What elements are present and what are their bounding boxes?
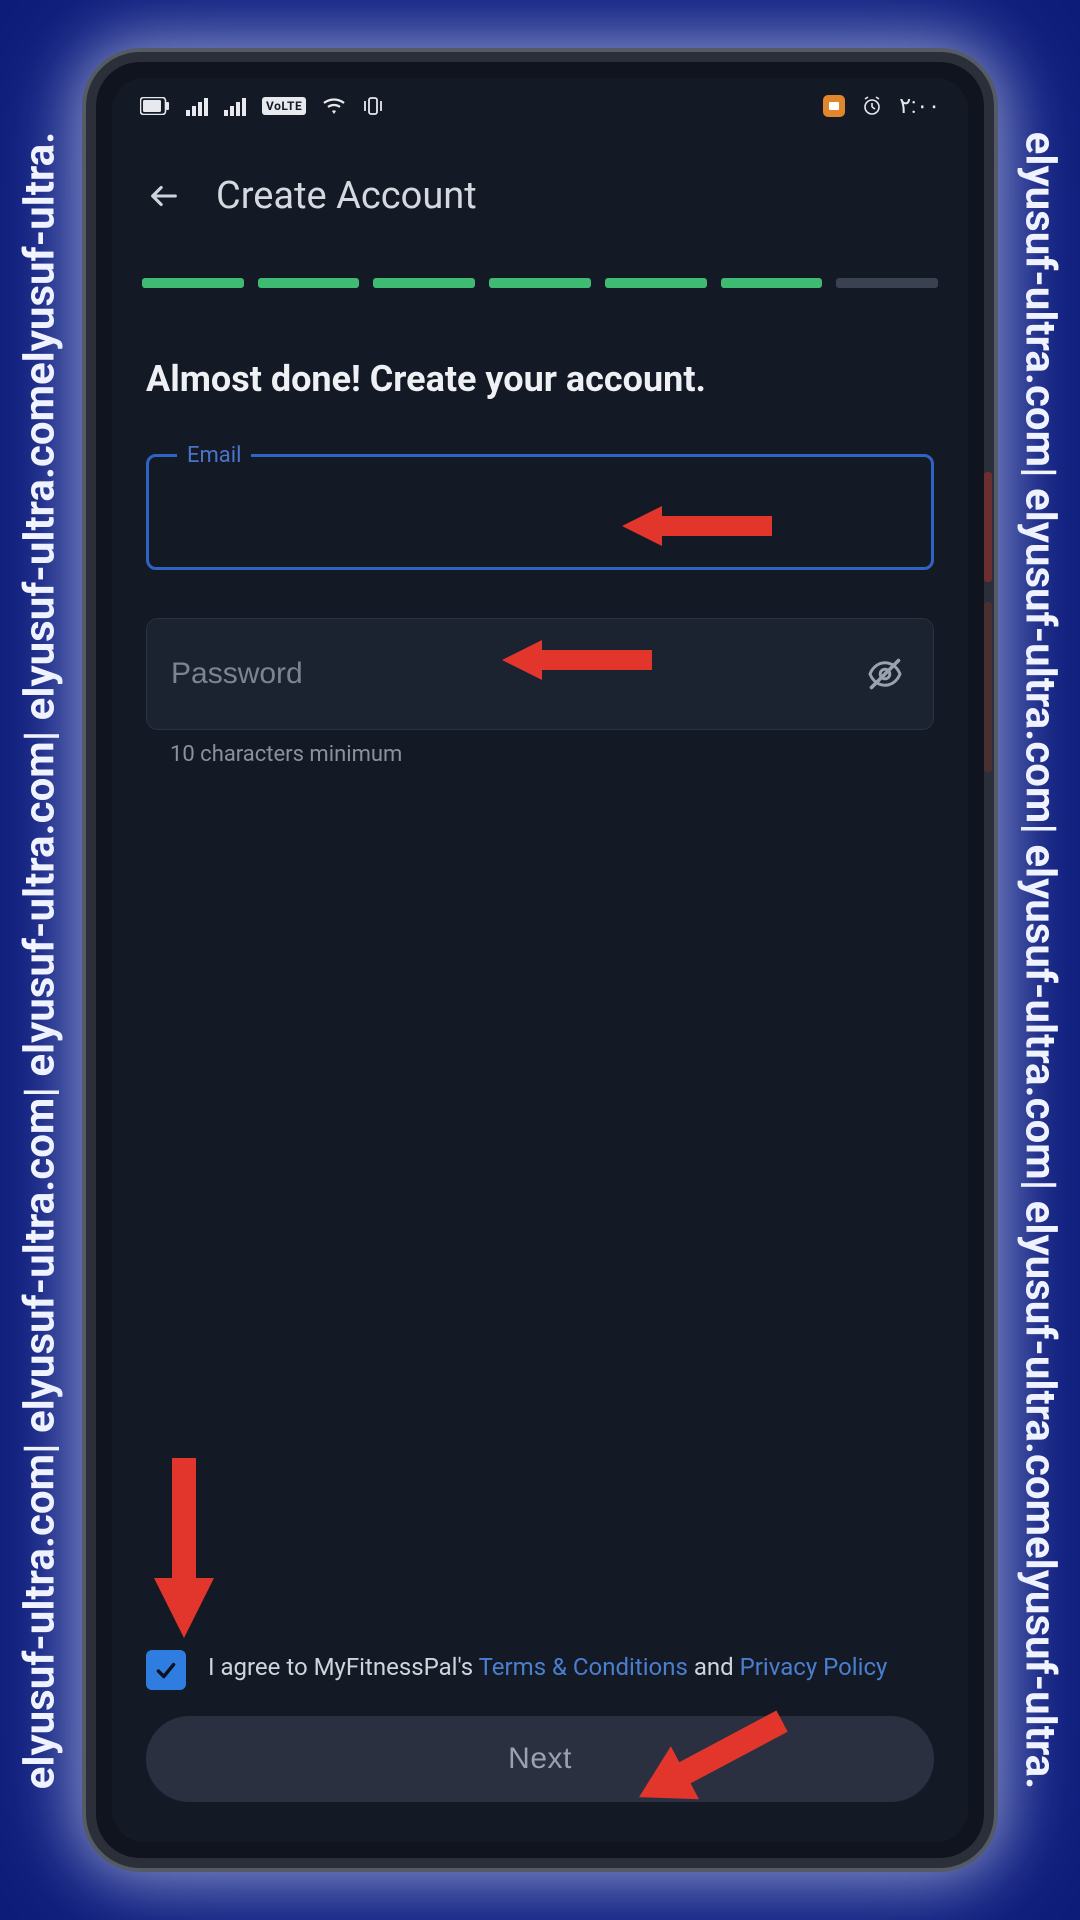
check-icon: [153, 1657, 179, 1683]
back-button[interactable]: [142, 174, 186, 218]
phone-frame: VoLTE ٢:٠٠ Create Account: [96, 62, 984, 1858]
password-field-container[interactable]: [146, 618, 934, 730]
progress-segment: [836, 278, 938, 288]
app-header: Create Account: [112, 134, 968, 238]
password-helper-text: 10 characters minimum: [170, 742, 934, 767]
vibrate-icon: [362, 95, 384, 117]
privacy-link[interactable]: Privacy Policy: [740, 1653, 888, 1681]
volte-badge: VoLTE: [262, 97, 306, 115]
status-time: ٢:٠٠: [899, 94, 940, 119]
progress-segment: [721, 278, 823, 288]
page-title: Create Account: [216, 174, 477, 218]
progress-bar: [112, 238, 968, 288]
signal-icon: [186, 96, 208, 116]
progress-segment: [373, 278, 475, 288]
password-input[interactable]: [171, 657, 845, 691]
status-bar: VoLTE ٢:٠٠: [112, 78, 968, 134]
wifi-icon: [322, 96, 346, 116]
phone-side-button: [984, 602, 992, 772]
consent-text: I agree to MyFitnessPal's Terms & Condit…: [208, 1650, 887, 1685]
consent-row: I agree to MyFitnessPal's Terms & Condit…: [146, 1650, 934, 1716]
watermark-right: elyusuf-ultra.com| elyusuf-ultra.com| el…: [1000, 0, 1080, 1920]
phone-screen: VoLTE ٢:٠٠ Create Account: [112, 78, 968, 1842]
progress-segment: [605, 278, 707, 288]
signal-icon: [224, 96, 246, 116]
form: Email 10 characters minimum: [112, 400, 968, 767]
consent-checkbox[interactable]: [146, 1650, 186, 1690]
progress-segment: [258, 278, 360, 288]
arrow-left-icon: [147, 179, 181, 213]
terms-link[interactable]: Terms & Conditions: [479, 1653, 688, 1681]
progress-segment: [142, 278, 244, 288]
notification-icon: [823, 95, 845, 117]
email-field-container[interactable]: Email: [146, 454, 934, 570]
section-heading: Almost done! Create your account.: [112, 288, 968, 400]
email-input[interactable]: [149, 457, 931, 567]
bottom-area: I agree to MyFitnessPal's Terms & Condit…: [112, 1650, 968, 1842]
consent-prefix: I agree to MyFitnessPal's: [208, 1653, 479, 1681]
watermark-left: elyusuf-ultra.com| elyusuf-ultra.com| el…: [0, 0, 80, 1920]
phone-side-button: [984, 472, 992, 582]
watermark-text: elyusuf-ultra.com| elyusuf-ultra.com| el…: [1016, 131, 1065, 1789]
progress-segment: [489, 278, 591, 288]
battery-icon: [140, 97, 170, 115]
toggle-password-visibility-button[interactable]: [861, 650, 909, 698]
alarm-icon: [861, 95, 883, 117]
annotation-arrow-icon: [140, 1458, 230, 1648]
consent-middle: and: [688, 1653, 740, 1681]
eye-off-icon: [867, 656, 903, 692]
next-button[interactable]: Next: [146, 1716, 934, 1802]
watermark-text: elyusuf-ultra.com| elyusuf-ultra.com| el…: [16, 131, 65, 1789]
